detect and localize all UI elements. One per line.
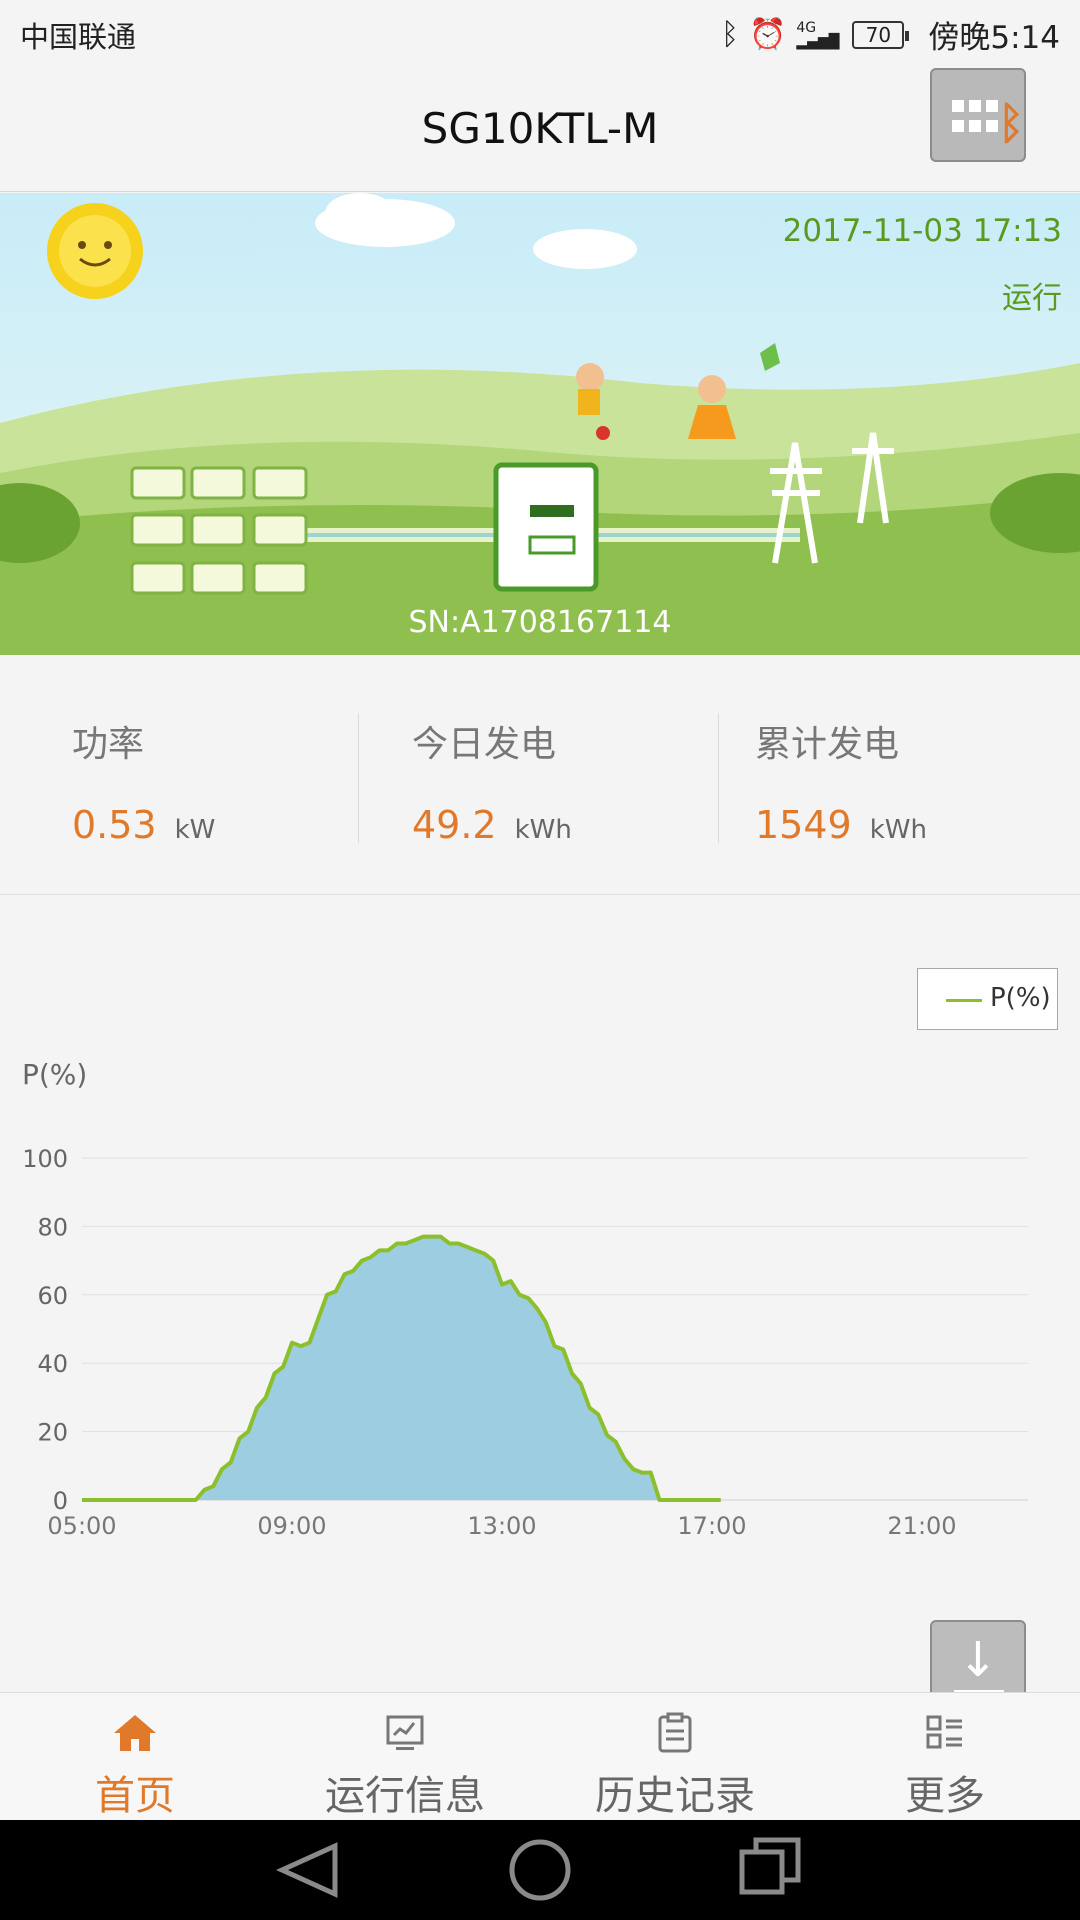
chart-canvas: P(%) 0 20 40 60 80 100 05:00 09:00 13:00 17:00 21:0… xyxy=(22,1058,1028,1540)
home-circle-icon[interactable] xyxy=(509,1839,571,1901)
inverter-icon xyxy=(493,462,599,592)
stat-label: 今日发电 xyxy=(412,724,557,765)
stat-total-energy: 累计发电 1549 kWh xyxy=(755,715,927,847)
x-tick-label: 21:00 xyxy=(887,1512,956,1540)
run-status: 运行 xyxy=(1002,281,1062,316)
power-chart: P(%) P(%) 0 20 40 60 80 100 05:00 09:00 13:00 17:0… xyxy=(0,896,1080,1692)
y-tick-label: 0 xyxy=(53,1487,68,1515)
more-grid-icon xyxy=(810,1711,1080,1755)
bluetooth-status-icon: ᛒ xyxy=(721,16,740,52)
stat-label: 功率 xyxy=(72,724,145,765)
solar-panels xyxy=(130,466,308,595)
download-icon: ↓ xyxy=(957,1632,999,1688)
tab-home[interactable]: 首页 xyxy=(0,1693,270,1821)
stat-power: 功率 0.53 kW xyxy=(72,715,215,847)
tab-more[interactable]: 更多 xyxy=(810,1693,1080,1821)
x-tick-label: 17:00 xyxy=(677,1512,746,1540)
stat-unit: kWh xyxy=(869,815,927,845)
stat-label: 累计发电 xyxy=(755,724,900,765)
stat-unit: kW xyxy=(174,815,216,845)
y-tick-label: 20 xyxy=(37,1419,68,1447)
status-icons: ᛒ ⏰ 4G ▂▄▆█ 70 傍晚5:14 xyxy=(721,12,1060,57)
page-title: SG10KTL-M xyxy=(421,104,659,153)
tab-label: 更多 xyxy=(905,1773,985,1819)
home-icon xyxy=(0,1711,270,1755)
status-time: 傍晚5:14 xyxy=(928,20,1060,56)
status-bar: 中国联通 ᛒ ⏰ 4G ▂▄▆█ 70 傍晚5:14 xyxy=(0,0,1080,68)
stat-unit: kWh xyxy=(514,815,572,845)
system-nav-bar xyxy=(0,1820,1080,1920)
recents-icon[interactable] xyxy=(739,1837,801,1895)
grid-menu-icon xyxy=(952,100,1002,134)
carrier-label: 中国联通 xyxy=(20,20,137,54)
divider xyxy=(358,713,359,843)
x-tick-label: 05:00 xyxy=(47,1512,116,1540)
signal-icon: 4G ▂▄▆█ xyxy=(796,19,840,50)
stats-panel: 功率 0.53 kW 今日发电 49.2 kWh 累计发电 1549 kWh xyxy=(0,655,1080,895)
device-banner: 2017-11-03 17:13 运行 SN:A1708167114 xyxy=(0,193,1080,655)
x-tick-label: 13:00 xyxy=(467,1512,536,1540)
bluetooth-icon: ᛒ xyxy=(998,98,1025,149)
battery-icon: 70 xyxy=(852,20,910,49)
stat-value: 0.53 kW xyxy=(72,803,216,847)
tab-label: 运行信息 xyxy=(325,1773,485,1819)
divider xyxy=(718,713,719,843)
banner-illustration xyxy=(0,193,1080,655)
clipboard-icon xyxy=(540,1711,810,1755)
sun-icon xyxy=(47,203,143,299)
menu-button[interactable]: ᛒ xyxy=(930,68,1026,162)
stat-value: 49.2 kWh xyxy=(412,803,572,847)
x-tick-label: 09:00 xyxy=(257,1512,326,1540)
stat-value: 1549 kWh xyxy=(755,803,927,847)
tab-label: 首页 xyxy=(95,1773,175,1819)
serial-number: SN:A1708167114 xyxy=(408,605,672,640)
alarm-icon: ⏰ xyxy=(749,16,787,52)
monitor-icon xyxy=(270,1711,540,1755)
tab-history[interactable]: 历史记录 xyxy=(540,1693,810,1821)
y-tick-label: 80 xyxy=(37,1213,68,1241)
y-tick-label: 60 xyxy=(37,1282,68,1310)
y-axis-label: P(%) xyxy=(22,1058,87,1091)
app-header: SG10KTL-M ᛒ xyxy=(0,68,1080,192)
back-icon[interactable] xyxy=(275,1842,338,1898)
bottom-tab-bar: 首页 运行信息 历史记录 更多 xyxy=(0,1692,1080,1820)
stat-today-energy: 今日发电 49.2 kWh xyxy=(412,715,572,847)
y-tick-label: 100 xyxy=(22,1145,68,1173)
tab-label: 历史记录 xyxy=(595,1773,755,1819)
tab-run-info[interactable]: 运行信息 xyxy=(270,1693,540,1821)
banner-datetime: 2017-11-03 17:13 xyxy=(782,213,1062,249)
y-tick-label: 40 xyxy=(37,1350,68,1378)
